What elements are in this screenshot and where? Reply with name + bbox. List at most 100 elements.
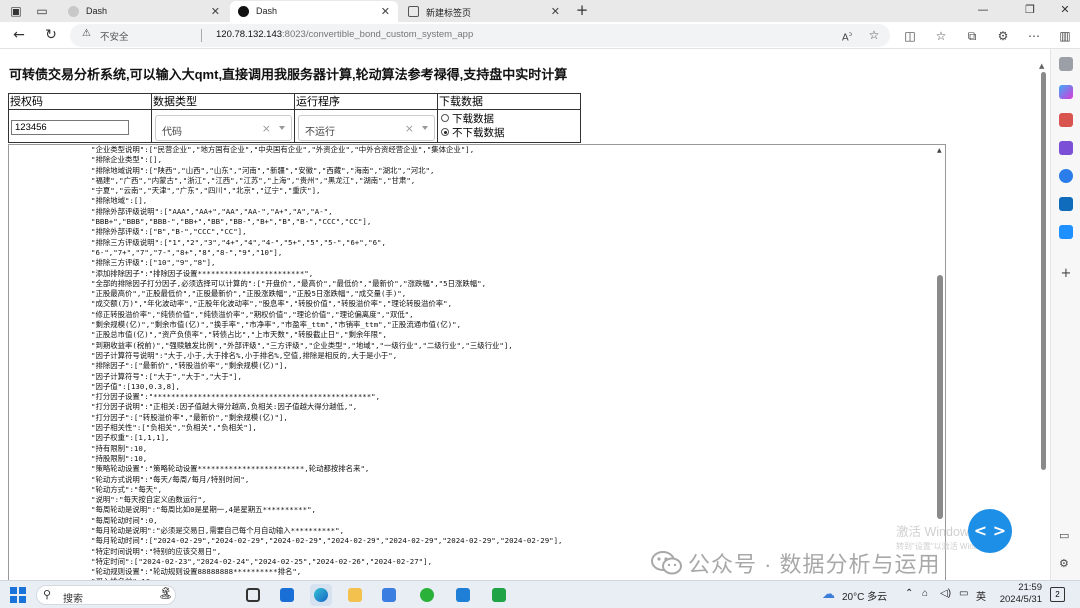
config-line: "特定时间说明":"特别的应该交易日", xyxy=(91,546,222,556)
config-line: "排除三方评级说明":["1","2","3","4+","4","4-","5… xyxy=(91,237,386,247)
ime-indicator[interactable]: 英 xyxy=(976,588,986,603)
close-window-icon[interactable]: ✕ xyxy=(1050,3,1080,16)
close-tab-icon[interactable]: ✕ xyxy=(211,5,220,18)
profile-icon[interactable]: ▣ xyxy=(6,3,26,19)
config-line: "全部的排除因子打分因子,必须选择可以计算的":["开盘价","最高价","最低… xyxy=(91,278,487,288)
radio-button-selected[interactable] xyxy=(441,128,449,136)
volume-icon[interactable]: ◁) xyxy=(940,588,951,599)
wechat-app[interactable] xyxy=(416,584,438,606)
back-arrow-icon[interactable]: ← xyxy=(10,26,28,44)
extension-icon[interactable]: ⚙ xyxy=(994,27,1012,45)
sidebar-settings-icon[interactable]: ⚙ xyxy=(1059,557,1073,571)
textarea-scrollbar[interactable]: ▲ xyxy=(935,145,945,580)
page-scrollbar[interactable]: ▲ xyxy=(1038,60,1048,580)
close-tab-icon[interactable]: ✕ xyxy=(551,5,560,18)
read-aloud-icon[interactable]: Aↄ xyxy=(838,26,856,44)
copilot-icon[interactable] xyxy=(1059,85,1073,99)
taskbar-search[interactable]: ⚲ 搜索 🏝 xyxy=(36,585,176,605)
clock-time: 21:59 xyxy=(1018,582,1042,593)
tab-dash-active[interactable]: Dash ✕ xyxy=(230,1,398,22)
dash-page: 可转债交易分析系统,可以输入大qmt,直接调用我服务器计算,轮动算法参考禄得,支… xyxy=(0,50,1036,580)
shopping-icon[interactable] xyxy=(1059,113,1073,127)
data-type-dropdown[interactable]: 代码 × xyxy=(155,115,292,141)
warning-triangle-icon[interactable]: ⚠ xyxy=(82,28,91,39)
edge-app[interactable] xyxy=(310,584,332,606)
notification-badge[interactable]: 2 xyxy=(1050,587,1065,602)
reload-icon[interactable]: ↻ xyxy=(42,26,60,44)
tab-new-tab[interactable]: 新建标签页 ✕ xyxy=(400,1,568,22)
config-line: "剩余规模(亿)","剩余市值(亿)","换手率","市净率","市盈率_ttm… xyxy=(91,320,462,330)
radio-button[interactable] xyxy=(441,114,449,122)
scroll-up-icon[interactable]: ▲ xyxy=(937,147,942,154)
outlook-icon[interactable] xyxy=(1059,197,1073,211)
config-line: "因子值":[130,0.3,8], xyxy=(91,381,180,391)
config-textarea[interactable]: "企业类型说明":["民营企业","地方国有企业","中央国有企业","外资企业… xyxy=(8,144,946,580)
vscode-app[interactable] xyxy=(452,584,474,606)
send-icon[interactable] xyxy=(1059,225,1073,239)
config-line: "因子相关性":["负相关","负相关","负相关"], xyxy=(91,423,257,433)
sidebar-layout-icon[interactable]: ▭ xyxy=(1059,529,1073,543)
tab-dash-1[interactable]: Dash ✕ xyxy=(60,1,228,22)
task-view-icon xyxy=(246,588,260,602)
mail-app[interactable] xyxy=(276,584,298,606)
security-label[interactable]: 不安全 xyxy=(100,29,129,43)
favorites-list-icon[interactable]: ☆ xyxy=(932,27,950,45)
split-screen-icon[interactable]: ◫ xyxy=(901,27,919,45)
config-line: "打分因子设置":"******************************… xyxy=(91,392,381,402)
data-type-value: 代码 xyxy=(162,127,182,138)
run-program-dropdown[interactable]: 不运行 × xyxy=(298,115,435,141)
chevron-down-icon[interactable] xyxy=(422,126,428,130)
tab-actions-icon[interactable]: ▭ xyxy=(32,3,52,19)
store-app[interactable] xyxy=(378,584,400,606)
page-title: 可转债交易分析系统,可以输入大qmt,直接调用我服务器计算,轮动算法参考禄得,支… xyxy=(9,67,568,82)
config-line: "BBB+","BBB","BBB-","BB+","BB","BB-","B+… xyxy=(91,217,372,227)
clear-icon[interactable]: × xyxy=(405,122,414,135)
address-bar[interactable]: ⚠ 不安全 120.78.132.143:8023/convertible_bo… xyxy=(70,24,890,47)
terminal-app[interactable] xyxy=(488,584,510,606)
auth-code-input[interactable] xyxy=(11,120,129,135)
network-icon[interactable]: ⌂ xyxy=(922,588,928,599)
data-type-header: 数据类型 xyxy=(152,94,294,110)
favorite-star-icon[interactable]: ☆ xyxy=(865,26,883,44)
url-text[interactable]: 120.78.132.143:8023/convertible_bond_cus… xyxy=(216,29,473,40)
maximize-icon[interactable]: ❐ xyxy=(1015,3,1045,16)
new-tab-button[interactable]: + xyxy=(574,2,590,18)
scroll-up-icon[interactable]: ▲ xyxy=(1039,62,1044,70)
page-scroll-thumb[interactable] xyxy=(1041,72,1046,470)
radio-download[interactable]: 下载数据 xyxy=(441,113,494,126)
tools-icon[interactable] xyxy=(1059,141,1073,155)
explorer-app[interactable] xyxy=(344,584,366,606)
config-line: "企业类型说明":["民营企业","地方国有企业","中央国有企业","外资企业… xyxy=(91,145,475,154)
weather-cloud-icon[interactable]: ☁ xyxy=(822,586,835,602)
url-host: 120.78.132.143 xyxy=(216,29,283,40)
config-line: "打分因子":["转股溢价率","最新价","剩余规模(亿)"], xyxy=(91,412,288,422)
textarea-scroll-thumb[interactable] xyxy=(937,275,943,519)
battery-icon[interactable]: ▭ xyxy=(959,588,968,599)
games-icon[interactable] xyxy=(1059,169,1073,183)
tab-label: 新建标签页 xyxy=(426,8,472,18)
add-sidebar-icon[interactable]: + xyxy=(1059,267,1073,281)
task-view-app[interactable] xyxy=(242,584,264,606)
config-line: "因子权重":[1,1,1], xyxy=(91,433,170,443)
config-line: "排除外部评级说明":["AAA","AA+","AA","AA-","A+",… xyxy=(91,206,333,216)
radio-no-download[interactable]: 不下载数据 xyxy=(441,127,505,140)
clear-icon[interactable]: × xyxy=(262,122,271,135)
search-sidebar-icon[interactable] xyxy=(1059,57,1073,71)
radio-label: 下载数据 xyxy=(452,113,494,125)
sidebar-toggle-icon[interactable]: ▥ xyxy=(1056,27,1074,45)
more-menu-icon[interactable]: ⋯ xyxy=(1025,27,1043,45)
run-program-column: 运行程序 不运行 × xyxy=(295,94,438,142)
weather-text[interactable]: 20°C 多云 xyxy=(842,588,887,603)
chevron-down-icon[interactable] xyxy=(279,126,285,130)
run-program-header: 运行程序 xyxy=(295,94,437,110)
windows-start-icon[interactable] xyxy=(10,587,26,603)
minimize-icon[interactable]: — xyxy=(968,3,998,16)
address-separator xyxy=(201,29,202,42)
floating-nav-button[interactable]: < > xyxy=(968,509,1012,553)
taskbar-clock[interactable]: 21:59 2024/5/31 xyxy=(990,582,1042,606)
tray-chevron-up-icon[interactable]: ⌃ xyxy=(905,588,913,599)
config-line: "修正转股溢价率","纯债价值","纯债溢价率","期权价值","理论价值","… xyxy=(91,309,414,319)
close-tab-icon[interactable]: ✕ xyxy=(381,5,390,18)
wechat-icon xyxy=(420,588,434,602)
collections-icon[interactable]: ⧉ xyxy=(963,27,981,45)
